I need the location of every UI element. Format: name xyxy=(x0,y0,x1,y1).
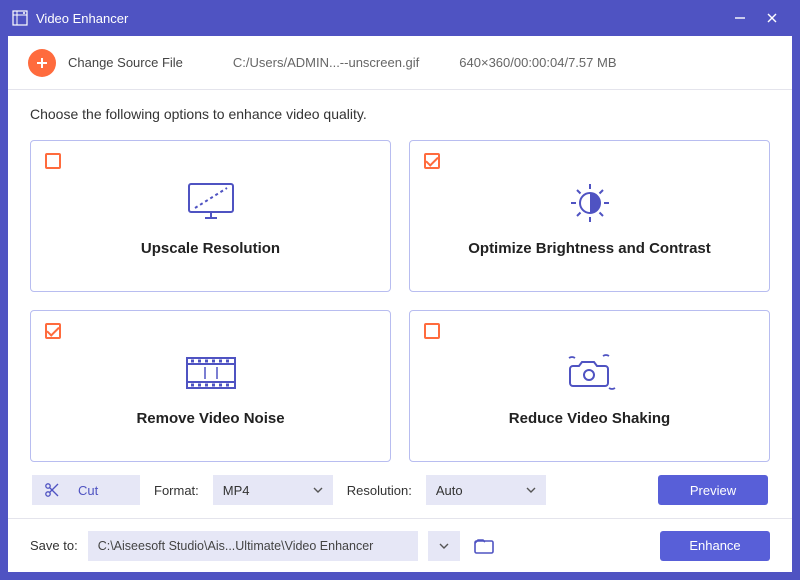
main-area: Choose the following options to enhance … xyxy=(8,90,792,518)
resolution-label: Resolution: xyxy=(347,483,412,498)
save-path-field[interactable]: C:\Aiseesoft Studio\Ais...Ultimate\Video… xyxy=(88,531,418,561)
checkbox-noise[interactable] xyxy=(45,323,61,339)
save-path-dropdown[interactable] xyxy=(428,531,460,561)
save-to-label: Save to: xyxy=(30,538,78,553)
titlebar: Video Enhancer xyxy=(0,0,800,36)
checkbox-brightness[interactable] xyxy=(424,153,440,169)
change-source-label[interactable]: Change Source File xyxy=(68,55,183,70)
card-title: Upscale Resolution xyxy=(141,240,280,257)
enhance-button[interactable]: Enhance xyxy=(660,531,770,561)
source-path: C:/Users/ADMIN...--unscreen.gif xyxy=(233,55,419,70)
app-logo-icon xyxy=(12,10,28,26)
checkbox-shaking[interactable] xyxy=(424,323,440,339)
source-meta: 640×360/00:00:04/7.57 MB xyxy=(459,55,616,70)
source-bar: Change Source File C:/Users/ADMIN...--un… xyxy=(8,36,792,90)
format-label: Format: xyxy=(154,483,199,498)
format-value: MP4 xyxy=(223,483,250,498)
toolbar: Cut Format: MP4 Resolution: Auto xyxy=(30,462,770,518)
card-reduce-shaking[interactable]: Reduce Video Shaking xyxy=(409,310,770,462)
checkbox-upscale[interactable] xyxy=(45,153,61,169)
preview-button[interactable]: Preview xyxy=(658,475,768,505)
minimize-button[interactable] xyxy=(724,2,756,34)
open-folder-button[interactable] xyxy=(470,532,498,560)
card-upscale-resolution[interactable]: Upscale Resolution xyxy=(30,140,391,292)
resolution-value: Auto xyxy=(436,483,463,498)
scissors-icon xyxy=(44,482,60,498)
content-area: Change Source File C:/Users/ADMIN...--un… xyxy=(8,36,792,572)
add-source-button[interactable] xyxy=(28,49,56,77)
format-select[interactable]: MP4 xyxy=(213,475,333,505)
card-title: Remove Video Noise xyxy=(136,410,284,427)
prompt-text: Choose the following options to enhance … xyxy=(30,106,770,122)
cut-label: Cut xyxy=(78,483,98,498)
card-title: Optimize Brightness and Contrast xyxy=(468,240,711,257)
resolution-select[interactable]: Auto xyxy=(426,475,546,505)
filmstrip-icon xyxy=(179,346,243,400)
close-button[interactable] xyxy=(756,2,788,34)
chevron-down-icon xyxy=(313,487,323,493)
camera-shake-icon xyxy=(559,346,621,400)
monitor-icon xyxy=(181,176,241,230)
card-brightness-contrast[interactable]: Optimize Brightness and Contrast xyxy=(409,140,770,292)
chevron-down-icon xyxy=(526,487,536,493)
option-grid: Upscale Resolution Optimize Brightness a… xyxy=(30,140,770,462)
app-window: Video Enhancer Change Source File C:/Use… xyxy=(0,0,800,580)
card-title: Reduce Video Shaking xyxy=(509,410,670,427)
cut-button[interactable]: Cut xyxy=(32,475,140,505)
save-path-text: C:\Aiseesoft Studio\Ais...Ultimate\Video… xyxy=(98,539,374,553)
card-remove-noise[interactable]: Remove Video Noise xyxy=(30,310,391,462)
window-title: Video Enhancer xyxy=(36,11,128,26)
enhance-label: Enhance xyxy=(689,538,740,553)
preview-label: Preview xyxy=(690,483,736,498)
brightness-icon xyxy=(560,176,620,230)
footer: Save to: C:\Aiseesoft Studio\Ais...Ultim… xyxy=(8,518,792,572)
